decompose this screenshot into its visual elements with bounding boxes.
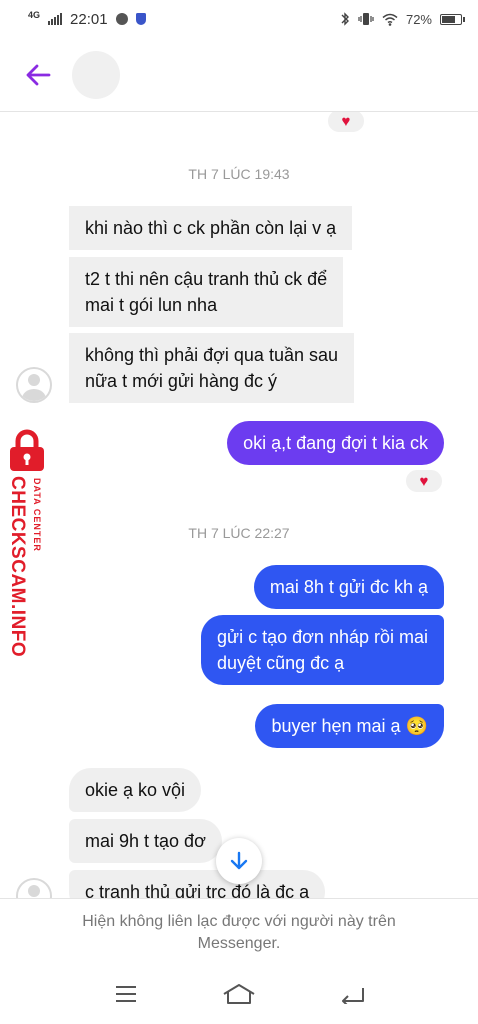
message-bubble-incoming[interactable]: mai 9h t tạo đơ: [69, 819, 222, 863]
message-text-line: mai t gói lun nha: [85, 295, 218, 315]
message-text: okie ạ ko vội: [85, 780, 186, 800]
notice-line-2: Messenger.: [197, 935, 281, 952]
wifi-icon: [382, 13, 398, 26]
message-bubble-incoming[interactable]: okie ạ ko vội: [69, 768, 202, 812]
bluetooth-icon: [341, 12, 349, 26]
signal-icon: [48, 13, 63, 25]
message-text-line: t2 t thi nên cậu tranh thủ ck để: [85, 269, 328, 289]
back-icon: [341, 988, 364, 1004]
battery-percent: 72%: [405, 11, 432, 27]
status-left: 4G 22:01: [28, 10, 146, 28]
message-text: mai 8h t gửi đc kh ạ: [269, 577, 428, 597]
back-nav-button[interactable]: [328, 974, 376, 1014]
pleading-emoji: 🥺: [405, 716, 428, 736]
message-bubble-outgoing[interactable]: gửi c tạo đơn nháp rồi mai duyệt cũng đc…: [201, 615, 444, 685]
message-bubble-outgoing[interactable]: oki ạ,t đang đợi t kia ck: [227, 421, 444, 465]
message-text-line: gửi c tạo đơn nháp rồi mai: [217, 627, 428, 647]
message-bubble-incoming[interactable]: không thì phải đợi qua tuần sau nữa t mớ…: [69, 333, 354, 403]
unavailable-notice: Hiện không liên lạc được với người này t…: [0, 898, 478, 964]
vibrate-icon: [358, 13, 374, 25]
message-list[interactable]: ♥ TH 7 LÚC 19:43 khi nào thì c ck phần c…: [0, 112, 478, 898]
back-button[interactable]: [18, 55, 58, 95]
watermark-tagline: DATA CENTER: [32, 478, 42, 552]
shield-icon: [135, 13, 146, 25]
clock: 22:01: [70, 10, 108, 28]
heart-reaction[interactable]: ♥: [326, 112, 366, 134]
message-text-line: không thì phải đợi qua tuần sau: [85, 345, 338, 365]
battery-fill: [442, 15, 455, 23]
message-bubble-incoming[interactable]: khi nào thì c ck phần còn lại v ạ: [69, 206, 353, 250]
status-bar: 4G 22:01 72%: [0, 0, 478, 38]
timestamp: TH 7 LÚC 22:27: [188, 525, 290, 541]
timestamp: TH 7 LÚC 19:43: [188, 166, 290, 182]
message-text: buyer hẹn mai ạ: [271, 716, 401, 736]
message-text: c tranh thủ gửi trc đó là đc ạ: [85, 882, 310, 898]
messenger-screen: 4G 22:01 72% ♥ TH 7 LÚC 19:43 khi nào th…: [0, 0, 478, 1024]
contact-avatar[interactable]: [16, 878, 52, 898]
message-bubble-outgoing[interactable]: buyer hẹn mai ạ 🥺: [255, 704, 444, 748]
message-text: khi nào thì c ck phần còn lại v ạ: [85, 218, 337, 238]
arrow-left-icon: [26, 64, 51, 85]
notification-app-icon: [115, 13, 128, 25]
message-bubble-incoming[interactable]: t2 t thi nên cậu tranh thủ ck để mai t g…: [69, 257, 344, 327]
message-text: mai 9h t tạo đơ: [85, 831, 206, 851]
contact-avatar[interactable]: [16, 367, 52, 403]
heart-reaction[interactable]: ♥: [404, 468, 444, 494]
watermark-brand: CHECKSCAM.INFO: [7, 476, 28, 658]
lock-icon: [10, 429, 44, 471]
recents-button[interactable]: [102, 974, 150, 1014]
notice-line-1: Hiện không liên lạc được với người này t…: [82, 913, 396, 930]
network-label: 4G: [28, 10, 41, 20]
battery-icon: [440, 13, 465, 25]
chat-header: [0, 38, 478, 112]
menu-icon: [116, 986, 137, 1002]
arrow-down-icon: [230, 851, 248, 870]
message-bubble-incoming[interactable]: c tranh thủ gửi trc đó là đc ạ: [69, 870, 326, 898]
message-text: oki ạ,t đang đợi t kia ck: [243, 433, 428, 453]
scroll-to-bottom-button[interactable]: [216, 838, 262, 884]
message-bubble-outgoing[interactable]: mai 8h t gửi đc kh ạ: [253, 565, 444, 609]
header-avatar[interactable]: [72, 50, 120, 99]
message-text-line: nữa t mới gửi hàng đc ý: [85, 371, 277, 391]
status-right: 72%: [340, 11, 465, 27]
home-icon: [223, 984, 255, 1004]
system-nav-bar: [0, 964, 478, 1024]
message-text-line: duyệt cũng đc ạ: [217, 653, 345, 673]
home-button[interactable]: [215, 974, 263, 1014]
checkscam-watermark: CHECKSCAM.INFO DATA CENTER: [0, 428, 56, 668]
